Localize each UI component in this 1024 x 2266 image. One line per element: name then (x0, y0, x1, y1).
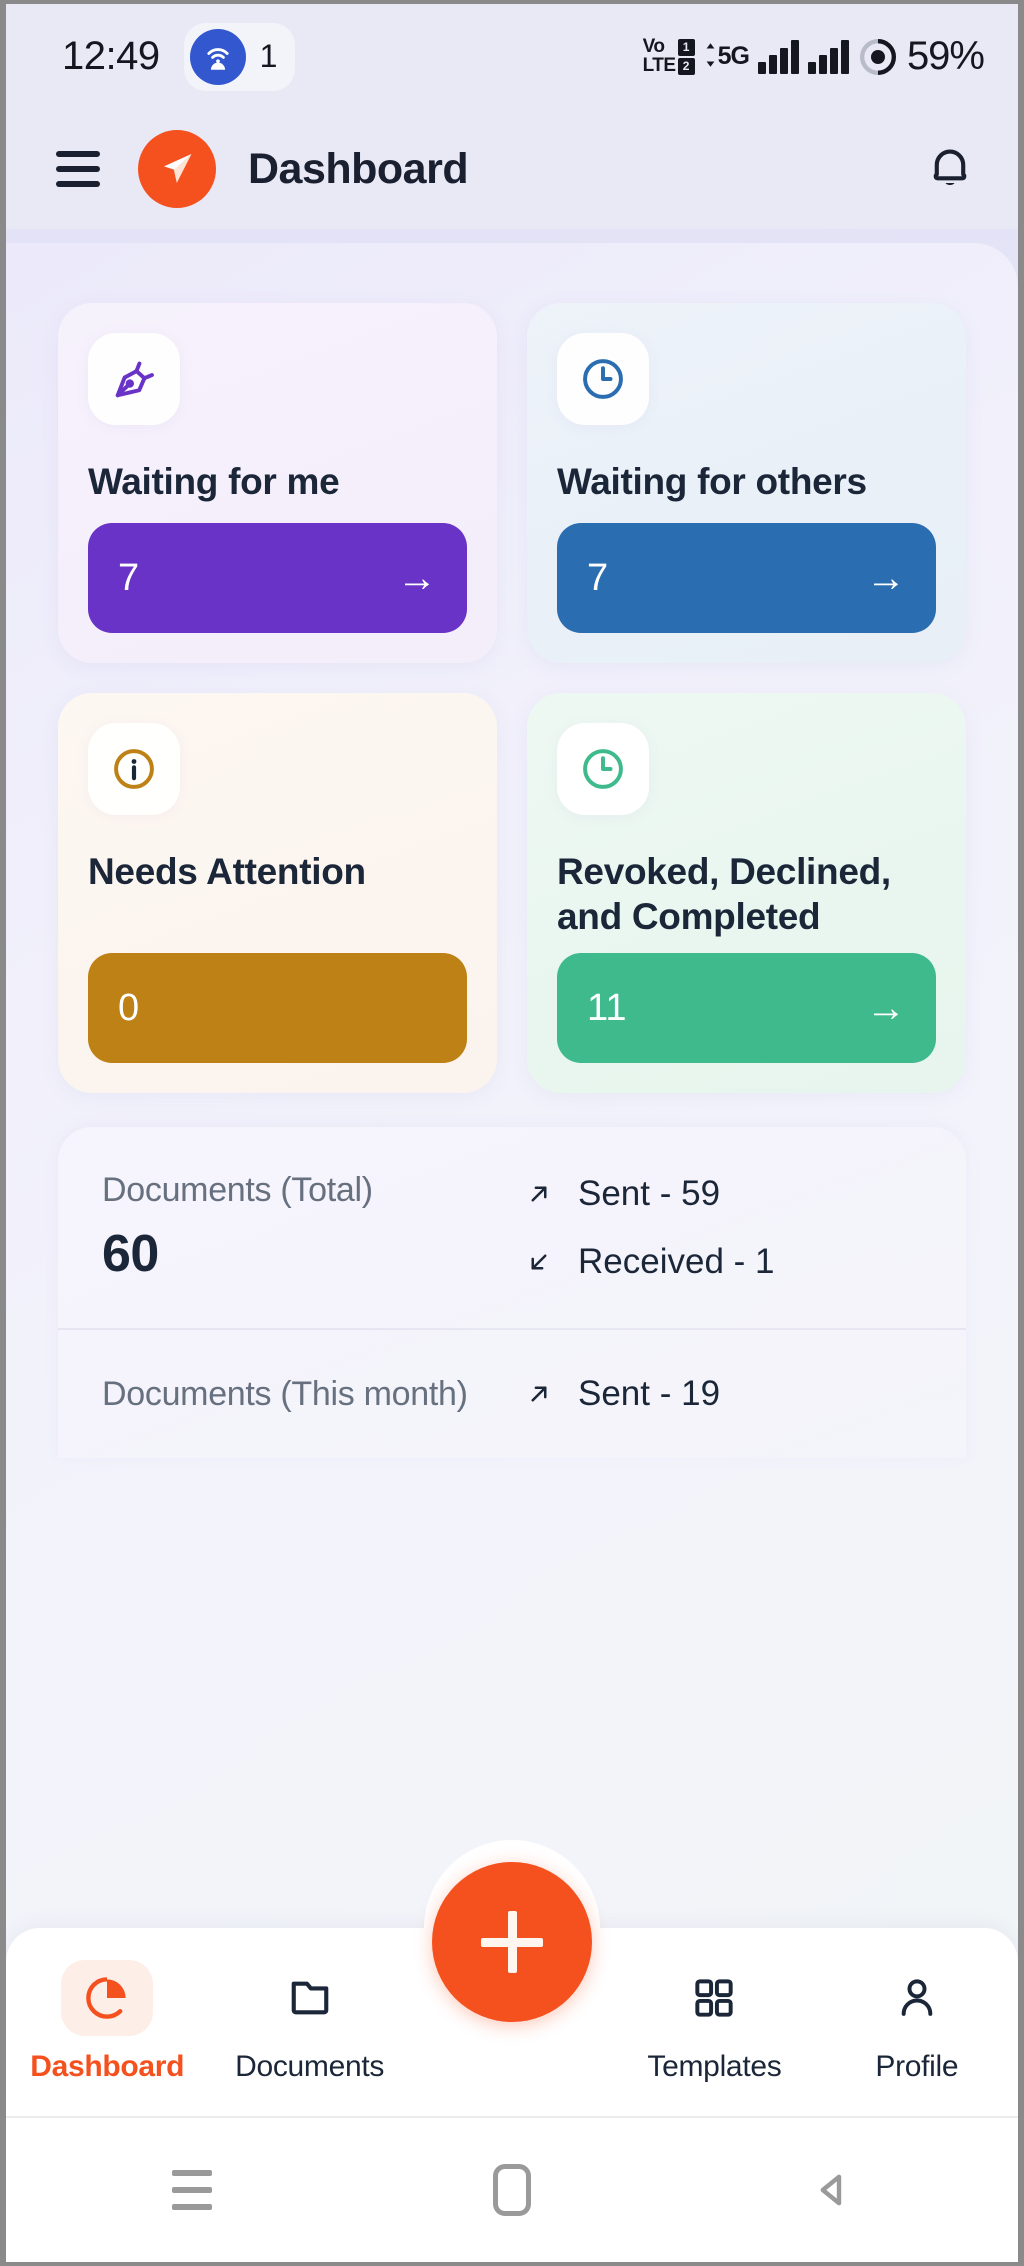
hamburger-menu-icon[interactable] (56, 151, 100, 187)
grid-icon (668, 1960, 760, 2036)
clock-icon (557, 723, 649, 815)
battery-percentage: 59% (906, 34, 985, 78)
info-circle-icon (88, 723, 180, 815)
card-count-button[interactable]: 11 → (557, 953, 936, 1063)
stats-month-left: Documents (This month) (102, 1375, 522, 1414)
volte-indicator: Vo LTE 1 2 (642, 36, 695, 76)
plus-icon-vertical (507, 1911, 517, 1973)
status-bar-clock: 12:49 (62, 34, 160, 78)
arrow-right-icon: → (397, 556, 437, 600)
sim1-badge: 1 (677, 38, 695, 56)
card-count-button[interactable]: 7 → (557, 523, 936, 633)
card-count-value: 7 (118, 556, 140, 599)
volte-label-bottom: LTE (642, 54, 676, 76)
status-bar-indicators: Vo LTE 1 2 5G 59% (642, 34, 985, 79)
nav-label: Templates (647, 2050, 782, 2083)
arrow-right-icon: → (866, 556, 906, 600)
data-transfer-icon (706, 43, 714, 67)
card-count-value: 11 (587, 986, 627, 1029)
stats-value: 60 (102, 1225, 159, 1283)
status-bar: 12:49 1 Vo LTE 1 2 5G 59% (6, 4, 1018, 109)
nav-item-profile[interactable]: Profile (816, 1960, 1018, 2084)
hotspot-device-count: 1 (259, 38, 278, 74)
phone-screen: 12:49 1 Vo LTE 1 2 5G 59% Dashboard Wait… (0, 0, 1024, 2266)
stats-label: Documents (This month) (102, 1374, 468, 1413)
stats-sent-line: Sent - 59 (522, 1174, 774, 1214)
nav-item-documents[interactable]: Documents (208, 1960, 410, 2084)
stats-row-total: Documents (Total) 60 Sent - 59 Received … (58, 1127, 966, 1328)
home-icon[interactable] (477, 2155, 547, 2225)
bell-icon[interactable] (924, 141, 976, 198)
back-icon[interactable] (797, 2155, 867, 2225)
card-waiting-for-others[interactable]: Waiting for others 7 → (527, 303, 966, 663)
network-type-label: 5G (717, 42, 750, 70)
nav-label: Dashboard (30, 2050, 185, 2083)
arrow-up-right-icon (522, 1177, 556, 1211)
arrow-up-right-icon (522, 1377, 556, 1411)
stats-sent-text: Sent - 59 (578, 1173, 721, 1213)
arrow-right-icon: → (866, 986, 906, 1030)
app-header: Dashboard (6, 109, 1018, 229)
person-icon (871, 1960, 963, 2036)
pen-nib-icon (88, 333, 180, 425)
card-title: Waiting for others (557, 461, 867, 502)
card-count-button[interactable]: 7 → (88, 523, 467, 633)
create-new-fab[interactable] (432, 1862, 592, 2022)
stats-label: Documents (Total) (102, 1171, 373, 1209)
nav-label: Profile (875, 2050, 959, 2083)
stats-received-line: Received - 1 (522, 1242, 774, 1282)
card-title: Revoked, Declined, and Completed (557, 851, 891, 938)
documents-stats-card: Documents (Total) 60 Sent - 59 Received … (58, 1127, 966, 1458)
card-title: Waiting for me (88, 461, 340, 502)
signal-bars-sim1-icon (757, 39, 799, 74)
stats-month-right: Sent - 19 (522, 1374, 720, 1414)
stats-received-text: Received - 1 (578, 1241, 775, 1281)
summary-card-grid: Waiting for me 7 → Waiting for others 7 … (58, 303, 966, 1093)
wifi-hotspot-icon (189, 28, 246, 85)
nav-item-dashboard[interactable]: Dashboard (6, 1960, 208, 2084)
stats-sent-text: Sent - 19 (578, 1374, 721, 1413)
pie-chart-icon (61, 1960, 154, 2036)
hotspot-status-chip: 1 (183, 22, 296, 91)
recents-icon[interactable] (157, 2155, 227, 2225)
stats-row-this-month: Documents (This month) Sent - 19 (58, 1328, 966, 1458)
stats-total-right: Sent - 59 Received - 1 (522, 1174, 774, 1282)
card-needs-attention[interactable]: Needs Attention 0 (58, 693, 497, 1093)
page-title: Dashboard (248, 144, 469, 193)
clock-icon (557, 333, 649, 425)
stats-sent-line: Sent - 19 (522, 1374, 720, 1414)
stats-total-left: Documents (Total) 60 (102, 1171, 522, 1284)
card-title: Needs Attention (88, 851, 366, 892)
signal-bars-sim2-icon (807, 39, 849, 74)
card-count-button[interactable]: 0 (88, 953, 467, 1063)
network-type-indicator: 5G (704, 42, 750, 71)
android-system-nav (6, 2116, 1018, 2262)
app-logo-paper-plane-icon (138, 130, 216, 208)
folder-icon (264, 1960, 356, 2036)
nav-label: Documents (235, 2050, 385, 2083)
sim-indicators: 1 2 (677, 38, 695, 75)
card-revoked-declined-completed[interactable]: Revoked, Declined, and Completed 11 → (527, 693, 966, 1093)
nav-item-templates[interactable]: Templates (613, 1960, 815, 2084)
card-waiting-for-me[interactable]: Waiting for me 7 → (58, 303, 497, 663)
battery-circle-icon (859, 38, 896, 75)
card-count-value: 7 (587, 556, 609, 599)
sim2-badge: 2 (677, 57, 695, 75)
card-count-value: 0 (118, 986, 140, 1029)
volte-label-top: Vo (642, 36, 665, 58)
arrow-down-left-icon (522, 1245, 556, 1279)
